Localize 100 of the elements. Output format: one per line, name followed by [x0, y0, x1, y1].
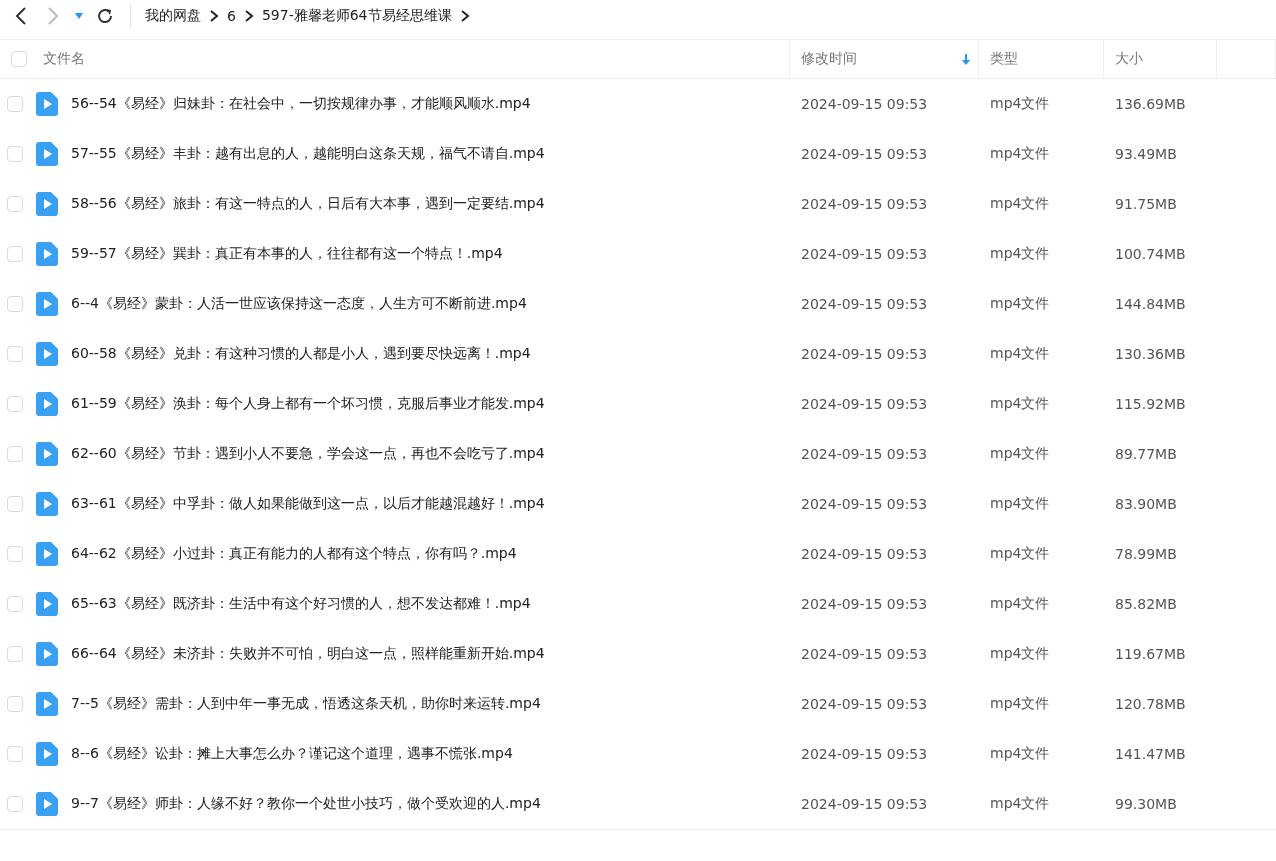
- select-all-checkbox[interactable]: [11, 51, 27, 67]
- file-size: 141.47MB: [1114, 746, 1187, 762]
- file-size: 115.92MB: [1114, 396, 1187, 412]
- file-name[interactable]: 8--6《易经》讼卦：摊上大事怎么办？谨记这个道理，遇事不慌张.mp4: [71, 745, 513, 763]
- file-type: mp4文件: [989, 795, 1051, 813]
- file-name[interactable]: 6--4《易经》蒙卦：人活一世应该保持这一态度，人生方可不断前进.mp4: [71, 295, 527, 313]
- row-checkbox[interactable]: [7, 546, 23, 562]
- chevron-icon: [209, 10, 219, 22]
- video-file-icon: [36, 92, 58, 116]
- row-checkbox[interactable]: [7, 296, 23, 312]
- column-header[interactable]: 修改时间: [801, 50, 857, 68]
- row-checkbox[interactable]: [7, 646, 23, 662]
- file-size: 130.36MB: [1114, 346, 1187, 362]
- file-name[interactable]: 63--61《易经》中孚卦：做人如果能做到这一点，以后才能越混越好！.mp4: [71, 495, 545, 513]
- modified-time: 2024-09-15 09:53: [800, 446, 929, 462]
- file-name[interactable]: 65--63《易经》既济卦：生活中有这个好习惯的人，想不发达都难！.mp4: [71, 595, 531, 613]
- file-type: mp4文件: [989, 195, 1051, 213]
- file-name[interactable]: 57--55《易经》丰卦：越有出息的人，越能明白这条天规，福气不请自.mp4: [71, 145, 545, 163]
- file-name[interactable]: 61--59《易经》涣卦：每个人身上都有一个坏习惯，克服后事业才能发.mp4: [71, 395, 545, 413]
- file-size: 99.30MB: [1114, 796, 1178, 812]
- breadcrumb-link[interactable]: 597-雅馨老师64节易经思维课: [261, 7, 452, 25]
- file-name[interactable]: 56--54《易经》归妹卦：在社会中，一切按规律办事，才能顺风顺水.mp4: [71, 95, 531, 113]
- modified-time: 2024-09-15 09:53: [800, 596, 929, 612]
- breadcrumb-link[interactable]: 我的网盘: [145, 7, 201, 25]
- column-header[interactable]: 大小: [1115, 50, 1143, 68]
- chevron-icon: [243, 10, 254, 22]
- file-name[interactable]: 62--60《易经》节卦：遇到小人不要急，学会这一点，再也不会吃亏了.mp4: [71, 445, 545, 463]
- file-type: mp4文件: [989, 395, 1051, 413]
- video-file-icon: [36, 592, 58, 616]
- row-checkbox[interactable]: [7, 446, 23, 462]
- modified-time: 2024-09-15 09:53: [800, 796, 929, 812]
- file-type: mp4文件: [989, 745, 1051, 763]
- modified-time: 2024-09-15 09:53: [800, 546, 929, 562]
- file-size: 85.82MB: [1114, 596, 1178, 612]
- file-size: 83.90MB: [1114, 496, 1178, 512]
- row-checkbox[interactable]: [7, 696, 23, 712]
- file-name[interactable]: 60--58《易经》兑卦：有这种习惯的人都是小人，遇到要尽快远离！.mp4: [71, 345, 531, 363]
- file-name[interactable]: 58--56《易经》旅卦：有这一特点的人，日后有大本事，遇到一定要结.mp4: [71, 195, 545, 213]
- file-type: mp4文件: [989, 295, 1051, 313]
- row-checkbox[interactable]: [7, 396, 23, 412]
- file-name[interactable]: 9--7《易经》师卦：人缘不好？教你一个处世小技巧，做个受欢迎的人.mp4: [71, 795, 541, 813]
- row-checkbox[interactable]: [7, 596, 23, 612]
- chevron-icon: [459, 10, 470, 22]
- file-type: mp4文件: [989, 595, 1051, 613]
- modified-time: 2024-09-15 09:53: [800, 696, 929, 712]
- file-size: 136.69MB: [1114, 96, 1187, 112]
- video-file-icon: [36, 492, 58, 516]
- modified-time: 2024-09-15 09:53: [800, 246, 929, 262]
- row-checkbox[interactable]: [7, 146, 23, 162]
- modified-time: 2024-09-15 09:53: [800, 96, 929, 112]
- file-name[interactable]: 64--62《易经》小过卦：真正有能力的人都有这个特点，你有吗？.mp4: [71, 545, 517, 563]
- file-size: 119.67MB: [1114, 646, 1187, 662]
- file-name[interactable]: 7--5《易经》需卦：人到中年一事无成，悟透这条天机，助你时来运转.mp4: [71, 695, 541, 713]
- file-type: mp4文件: [989, 695, 1051, 713]
- file-type: mp4文件: [989, 95, 1051, 113]
- video-file-icon: [36, 442, 58, 466]
- file-size: 89.77MB: [1114, 446, 1178, 462]
- file-size: 144.84MB: [1114, 296, 1187, 312]
- video-file-icon: [36, 192, 58, 216]
- row-checkbox[interactable]: [7, 196, 23, 212]
- file-type: mp4文件: [989, 245, 1051, 263]
- row-checkbox[interactable]: [7, 796, 23, 812]
- column-header[interactable]: 类型: [990, 50, 1018, 68]
- dropdown-caret-icon[interactable]: [75, 13, 83, 19]
- column-header[interactable]: 文件名: [43, 50, 85, 68]
- video-file-icon: [36, 242, 58, 266]
- video-file-icon: [36, 642, 58, 666]
- file-type: mp4文件: [989, 645, 1051, 663]
- file-type: mp4文件: [989, 445, 1051, 463]
- file-name[interactable]: 66--64《易经》未济卦：失败并不可怕，明白这一点，照样能重新开始.mp4: [71, 645, 545, 663]
- video-file-icon: [36, 542, 58, 566]
- video-file-icon: [36, 142, 58, 166]
- file-size: 120.78MB: [1114, 696, 1187, 712]
- breadcrumb-link[interactable]: 6: [227, 8, 236, 24]
- file-size: 100.74MB: [1114, 246, 1187, 262]
- row-checkbox[interactable]: [7, 746, 23, 762]
- modified-time: 2024-09-15 09:53: [800, 296, 929, 312]
- modified-time: 2024-09-15 09:53: [800, 346, 929, 362]
- modified-time: 2024-09-15 09:53: [800, 496, 929, 512]
- file-type: mp4文件: [989, 345, 1051, 363]
- file-type: mp4文件: [989, 145, 1051, 163]
- row-checkbox[interactable]: [7, 496, 23, 512]
- modified-time: 2024-09-15 09:53: [800, 746, 929, 762]
- row-checkbox[interactable]: [7, 346, 23, 362]
- video-file-icon: [36, 342, 58, 366]
- file-type: mp4文件: [989, 545, 1051, 563]
- video-file-icon: [36, 692, 58, 716]
- modified-time: 2024-09-15 09:53: [800, 396, 929, 412]
- video-file-icon: [36, 292, 58, 316]
- video-file-icon: [36, 392, 58, 416]
- video-file-icon: [36, 742, 58, 766]
- file-size: 78.99MB: [1114, 546, 1178, 562]
- modified-time: 2024-09-15 09:53: [800, 146, 929, 162]
- file-name[interactable]: 59--57《易经》巽卦：真正有本事的人，往往都有这一个特点！.mp4: [71, 245, 503, 263]
- file-size: 93.49MB: [1114, 146, 1178, 162]
- modified-time: 2024-09-15 09:53: [800, 646, 929, 662]
- refresh-icon[interactable]: [96, 7, 114, 25]
- row-checkbox[interactable]: [7, 96, 23, 112]
- row-checkbox[interactable]: [7, 246, 23, 262]
- file-size: 91.75MB: [1114, 196, 1178, 212]
